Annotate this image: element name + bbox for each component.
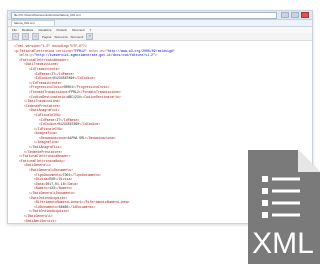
xml-token-attr: versione= [56,48,74,53]
xml-token-tag: <DatiBeniServizi> [24,218,57,223]
xml-token-tag: <DatiOrdineAcquisto> [29,195,68,200]
toolbar: ‹ › ⌂ Pagina Sicurezza Strumenti ? [8,33,312,41]
xml-token-val: "http://www.w3.org/2000/09/xmldsig#" [105,48,175,53]
xml-token-tag: <IdDocumento> [34,204,59,209]
xml-token-tag: <CedentePrestatore> [24,103,61,108]
xml-token-tag: <IdCodice> [39,122,59,127]
home-icon[interactable]: ⌂ [32,33,39,40]
xml-token-tag: <Data> [34,181,46,186]
back-icon[interactable]: ‹ [12,33,19,40]
menu-tools[interactable]: Strumenti [72,27,85,33]
xml-token-tag: <FatturaElettronicaBody> [19,158,65,163]
maximize-button[interactable] [291,12,299,18]
xml-token-tag: </TipoDocumento> [70,172,101,177]
xml-token-tag: </FatturaElettronicaHeader> [19,154,71,159]
list-line-1 [272,177,300,181]
title-bar: file:///C:/Users/Documents/Invoice/fattu… [8,11,312,20]
xml-token-tag: </IdTrasmittente> [29,80,62,85]
list-bullet-1 [262,176,268,182]
xml-token-tag: </Numero> [55,186,73,191]
xml-token-tag: </FormatoTrasmissione> [78,89,121,94]
xml-token-tag: </Data> [64,181,79,186]
xml-token-tag: <Numero> [34,186,50,191]
xml-token-tag: <DatiGenerali> [24,163,51,168]
xml-token-tag: <IdCodice> [34,76,54,81]
xml-token-tag: <TipoDocumento> [34,172,63,177]
list-line-2 [272,189,300,193]
xml-token-txt: 01234567890 [53,76,75,81]
xml-token-tag: </CedentePrestatore> [24,149,63,154]
xml-token-txt: 2017-01-18 [45,181,65,186]
list-bullet-2 [262,188,268,194]
xml-token-tag: <p:FatturaElettronica [14,48,57,53]
xml-token-tag: </DatiGenerali> [24,213,53,218]
xml-token-tag: <Anagrafica> [34,131,57,136]
tab-bar: fattura_001.xml [8,20,312,27]
xml-token-tag: </IdCodice> [74,76,96,81]
xml-token-tag: <DatiTrasmissione> [24,62,59,67]
xml-token-tag: <IdPaese> [34,71,52,76]
xml-token-tag: <Divisa> [34,177,50,182]
toolbar-tools[interactable]: Strumenti [71,35,84,39]
toolbar-page[interactable]: Pagina [42,35,51,39]
xml-token-tag: <DatiGeneraliDocumento> [29,168,73,173]
xml-token-tag: <DatiAnagrafici> [29,108,60,113]
xml-token-tag: </DatiAnagrafici> [29,145,62,150]
xml-token-attr: xmlns:ds= [86,48,106,53]
toolbar-security[interactable]: Sicurezza [54,35,67,39]
xml-token-tag: <IdPaese> [39,117,57,122]
help-icon[interactable]: ? [86,33,94,40]
file-corner-fold [298,150,320,172]
xml-token-tag: </IdCodice> [79,122,101,127]
xml-token-tag: <DettaglioLinee> [29,223,60,224]
xml-token-pi: <?xml version="1.0" encoding="UTF-8"?> [14,44,87,48]
xml-token-txt: FPR12 [69,89,79,94]
xml-token-txt: ALPHA SRL [67,135,85,140]
xml-token-tag: </DatiGeneraliDocumento> [29,191,75,195]
xml-token-tag: <RiferimentoNumeroLinea> [34,200,80,205]
xml-token-tag: </Divisa> [55,177,73,182]
xml-token-tag: </RiferimentoNumeroLinea> [81,200,130,205]
xml-token-tag: <FatturaElettronicaHeader> [19,57,69,62]
xml-token-tag: <ProgressivoInvio> [29,85,64,90]
xml-token-tag: </DatiTrasmissione> [24,99,61,104]
xml-token-val: "FPR12" [73,48,87,53]
list-line-4 [272,213,300,217]
list-bullet-3 [262,200,268,206]
xml-token-tag: </DatiOrdineAcquisto> [29,209,70,214]
xml-token-txt: 00001 [63,85,74,90]
xml-token-tag: </IdPaese> [55,71,75,76]
xml-token-tag: <Denominazione> [39,135,68,140]
forward-icon[interactable]: › [22,33,29,40]
window-controls [281,12,309,18]
xml-token-val: "http://ivaservizi.agenziaentrate.gov.it… [34,53,155,58]
tab-active[interactable]: fattura_001.xml [11,20,55,26]
list-line-3 [272,201,300,205]
xml-token-tag: </ProgressivoInvio> [73,85,110,90]
xml-token-tag: > [154,53,157,58]
xml-token-tag: </IdFiscaleIVA> [34,126,63,131]
xml-token-tag: <IdTrasmittente> [29,66,60,71]
xml-token-tag: <FormatoTrasmissione> [29,89,70,94]
xml-token-tag: </IdPaese> [60,117,80,122]
xml-token-tag: </CodiceDestinatario> [80,94,121,99]
xml-label-box: XML [252,227,314,260]
xml-token-tag: </IdDocumento> [68,204,96,209]
xml-token-tag: <CodiceDestinatario> [29,94,68,99]
xml-token-tag: </Denominazione> [84,135,116,140]
menu-view[interactable]: Visualizza [38,27,51,33]
xml-token-txt: ABC1234 [67,94,81,99]
xml-token-tag: </Anagrafica> [34,140,59,145]
xml-token-attr: xmlns:p= [19,53,35,58]
xml-token-tag: <IdFiscaleIVA> [34,112,61,117]
close-button[interactable] [301,12,309,18]
xml-token-txt: 01234567890 [58,122,80,127]
menu-favorites[interactable]: Preferiti [56,27,66,33]
xml-label: XML [252,227,314,260]
minimize-button[interactable] [281,12,289,18]
list-bullet-4 [262,212,268,218]
address-bar[interactable]: file:///C:/Users/Documents/Invoice/fattu… [11,11,277,19]
